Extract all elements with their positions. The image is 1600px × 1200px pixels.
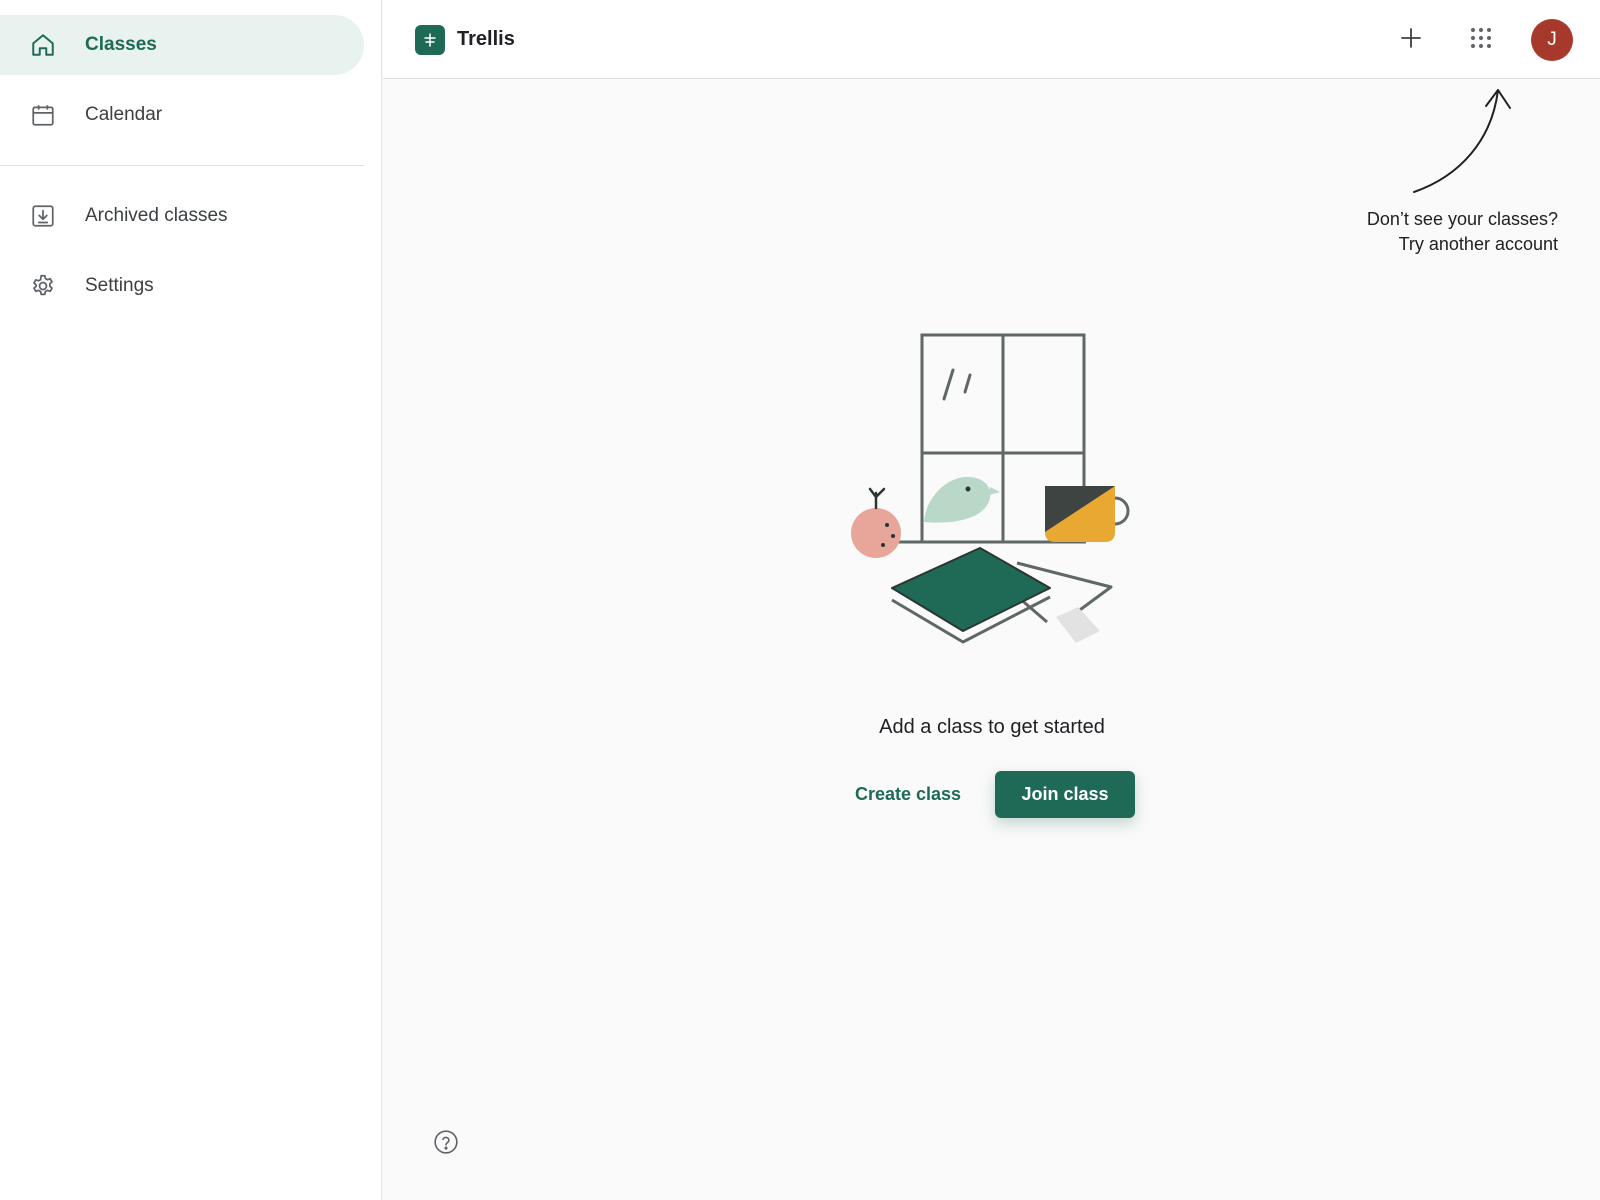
empty-state-illustration [851,333,1130,644]
calendar-icon [30,102,56,128]
help-button[interactable] [432,1129,460,1160]
avatar[interactable]: J [1531,19,1573,61]
home-icon [30,32,56,58]
try-another-account-link[interactable]: Try another account [1320,232,1558,257]
sidebar-item-classes[interactable]: Classes [0,15,364,75]
gear-icon [30,273,56,299]
account-hint: Don’t see your classes? Try another acco… [1320,207,1558,257]
top-bar: Trellis J [383,0,1600,79]
sidebar-item-label: Calendar [85,104,163,125]
sidebar-item-label: Classes [85,34,157,55]
account-hint-question: Don’t see your classes? [1366,209,1558,229]
help-icon [433,1129,459,1160]
join-class-button[interactable]: Join class [995,771,1135,818]
create-class-button[interactable]: Create class [836,771,980,817]
sidebar-item-archived-classes[interactable]: Archived classes [0,186,364,246]
plus-icon [1399,26,1423,55]
sidebar-item-calendar[interactable]: Calendar [0,85,364,145]
sidebar-item-label: Archived classes [85,205,228,226]
sidebar-divider [0,165,364,166]
archive-icon [30,203,56,229]
sidebar: Classes Calendar Archived classes Settin… [0,0,382,1200]
sidebar-item-settings[interactable]: Settings [0,256,364,316]
trellis-logo-icon [415,25,445,55]
apps-grid-icon [1470,27,1492,54]
sidebar-item-label: Settings [85,275,154,296]
hint-arrow [1413,89,1511,193]
app-name: Trellis [457,28,515,50]
empty-state-title: Add a class to get started [879,716,1105,738]
add-class-button[interactable] [1391,20,1431,60]
apps-button[interactable] [1461,20,1501,60]
